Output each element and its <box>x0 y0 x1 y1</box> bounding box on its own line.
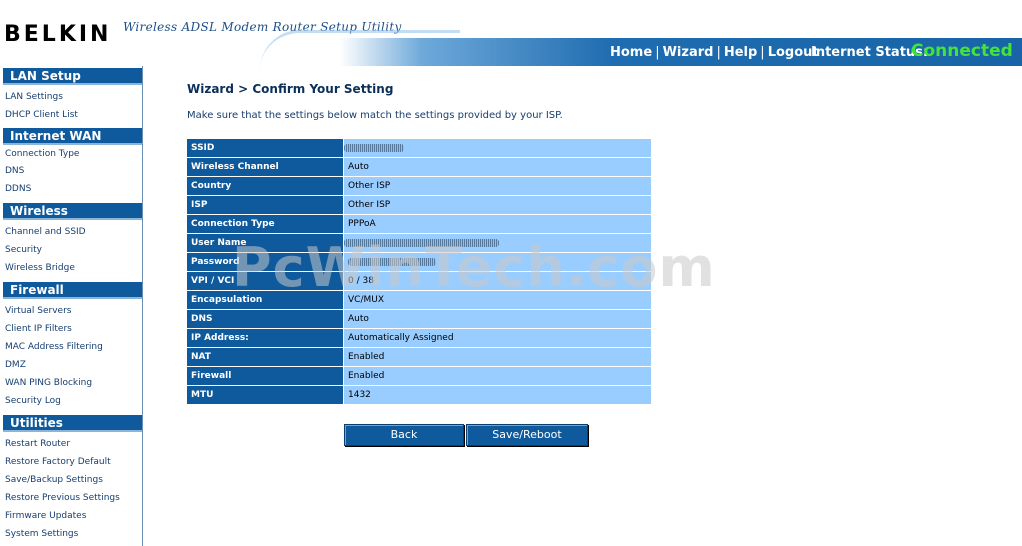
sidebar-item-mac-address-filtering[interactable]: MAC Address Filtering <box>5 342 103 352</box>
top-nav: Home | Wizard | Help | Logout <box>610 45 819 60</box>
sidebar-section-lan-setup: LAN Setup <box>3 68 142 85</box>
sidebar-item-dmz[interactable]: DMZ <box>5 360 26 370</box>
sidebar-item-virtual-servers[interactable]: Virtual Servers <box>5 306 71 316</box>
sidebar-item-channel-and-ssid[interactable]: Channel and SSID <box>5 227 86 237</box>
row-value <box>344 234 651 252</box>
row-value: 1432 <box>344 386 651 404</box>
redacted-mark <box>348 257 436 266</box>
table-row: VPI / VCI 0 / 38 <box>187 272 651 291</box>
row-label: VPI / VCI <box>187 272 343 290</box>
row-label: Password <box>187 253 343 271</box>
row-value: PPPoA <box>344 215 651 233</box>
row-label: ISP <box>187 196 343 214</box>
table-row: DNS Auto <box>187 310 651 329</box>
table-row: ISP Other ISP <box>187 196 651 215</box>
row-value: Enabled <box>344 367 651 385</box>
page-title: Wizard > Confirm Your Setting <box>187 82 394 96</box>
sidebar-item-restore-factory-default[interactable]: Restore Factory Default <box>5 457 111 467</box>
nav-separator: | <box>716 45 721 60</box>
belkin-logo: BELKIN <box>4 22 112 47</box>
sidebar-section-firewall: Firewall <box>3 282 142 299</box>
sidebar: LAN Setup LAN Settings DHCP Client List … <box>0 66 143 546</box>
nav-separator: | <box>655 45 660 60</box>
internet-status-value: Connected <box>911 41 1013 61</box>
sidebar-item-firmware-updates[interactable]: Firmware Updates <box>5 511 86 521</box>
settings-table: SSID Wireless Channel Auto Country Other… <box>187 139 651 405</box>
nav-help-link[interactable]: Help <box>724 45 757 60</box>
table-row: NAT Enabled <box>187 348 651 367</box>
sidebar-item-restart-router[interactable]: Restart Router <box>5 439 70 449</box>
sidebar-item-connection-type[interactable]: Connection Type <box>5 149 79 159</box>
table-row: User Name <box>187 234 651 253</box>
row-value: Other ISP <box>344 177 651 195</box>
save-reboot-button[interactable]: Save/Reboot <box>466 424 588 446</box>
nav-separator: | <box>760 45 765 60</box>
row-label: Connection Type <box>187 215 343 233</box>
table-row: SSID <box>187 139 651 158</box>
table-row: MTU 1432 <box>187 386 651 405</box>
table-row: Password <box>187 253 651 272</box>
table-row: Country Other ISP <box>187 177 651 196</box>
redacted-mark <box>344 238 499 247</box>
row-label: DNS <box>187 310 343 328</box>
sidebar-item-wan-ping-blocking[interactable]: WAN PING Blocking <box>5 378 92 388</box>
row-label: MTU <box>187 386 343 404</box>
row-label: IP Address: <box>187 329 343 347</box>
row-value: Other ISP <box>344 196 651 214</box>
sidebar-item-restore-previous-settings[interactable]: Restore Previous Settings <box>5 493 120 503</box>
nav-home-link[interactable]: Home <box>610 45 652 60</box>
sidebar-section-wireless: Wireless <box>3 203 142 220</box>
sidebar-item-ddns[interactable]: DDNS <box>5 184 31 194</box>
sidebar-section-utilities: Utilities <box>3 415 142 432</box>
sidebar-item-dhcp-client-list[interactable]: DHCP Client List <box>5 110 78 120</box>
sidebar-section-internet-wan: Internet WAN <box>3 128 142 145</box>
sidebar-item-client-ip-filters[interactable]: Client IP Filters <box>5 324 72 334</box>
back-button[interactable]: Back <box>344 424 464 446</box>
row-value: Automatically Assigned <box>344 329 651 347</box>
row-value: Enabled <box>344 348 651 366</box>
row-value <box>344 139 651 157</box>
nav-wizard-link[interactable]: Wizard <box>663 45 714 60</box>
row-value: Auto <box>344 158 651 176</box>
row-label: NAT <box>187 348 343 366</box>
table-row: Wireless Channel Auto <box>187 158 651 177</box>
row-label: User Name <box>187 234 343 252</box>
sidebar-item-system-settings[interactable]: System Settings <box>5 529 78 539</box>
sidebar-item-dns[interactable]: DNS <box>5 166 24 176</box>
row-label: Country <box>187 177 343 195</box>
sidebar-item-save-backup-settings[interactable]: Save/Backup Settings <box>5 475 103 485</box>
redacted-mark <box>344 143 404 152</box>
row-label: Firewall <box>187 367 343 385</box>
row-label: Wireless Channel <box>187 158 343 176</box>
header: BELKIN Wireless ADSL Modem Router Setup … <box>0 0 1022 66</box>
table-row: IP Address: Automatically Assigned <box>187 329 651 348</box>
row-value: Auto <box>344 310 651 328</box>
row-label: Encapsulation <box>187 291 343 309</box>
table-row: Encapsulation VC/MUX <box>187 291 651 310</box>
row-value: VC/MUX <box>344 291 651 309</box>
row-label: SSID <box>187 139 343 157</box>
sidebar-item-lan-settings[interactable]: LAN Settings <box>5 92 63 102</box>
table-row: Firewall Enabled <box>187 367 651 386</box>
row-value: 0 / 38 <box>344 272 651 290</box>
sidebar-item-security[interactable]: Security <box>5 245 42 255</box>
row-value <box>344 253 651 271</box>
page-description: Make sure that the settings below match … <box>187 110 563 121</box>
table-row: Connection Type PPPoA <box>187 215 651 234</box>
sidebar-item-security-log[interactable]: Security Log <box>5 396 61 406</box>
sidebar-item-wireless-bridge[interactable]: Wireless Bridge <box>5 263 75 273</box>
